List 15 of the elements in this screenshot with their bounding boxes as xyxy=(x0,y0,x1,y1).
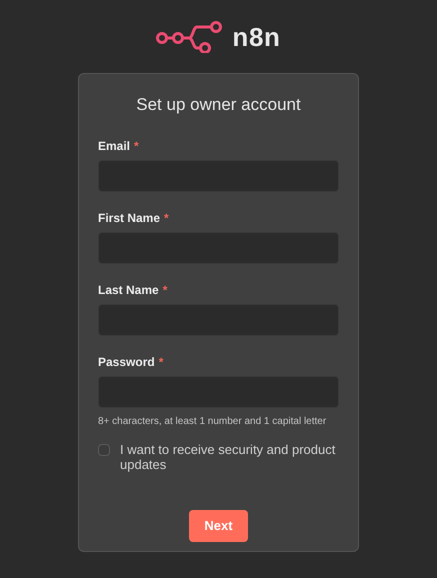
logo-icon xyxy=(156,21,222,53)
required-mark: * xyxy=(158,354,164,368)
required-mark: * xyxy=(162,282,168,296)
field-label: Email xyxy=(98,138,130,152)
logo-text: n8n xyxy=(232,24,281,50)
checkbox-label: I want to receive security and product updates xyxy=(120,442,336,472)
field-label: Last Name xyxy=(98,282,159,296)
field-label: First Name xyxy=(98,210,160,224)
required-mark: * xyxy=(134,138,139,152)
next-button[interactable]: Next xyxy=(189,510,248,542)
form-title: Set up owner account xyxy=(135,94,302,116)
field-label: Password xyxy=(98,354,155,368)
checkbox[interactable] xyxy=(98,444,110,456)
hint-text: 8+ characters, at least 1 number and 1 capital letter xyxy=(98,414,328,428)
required-mark: * xyxy=(164,210,169,224)
